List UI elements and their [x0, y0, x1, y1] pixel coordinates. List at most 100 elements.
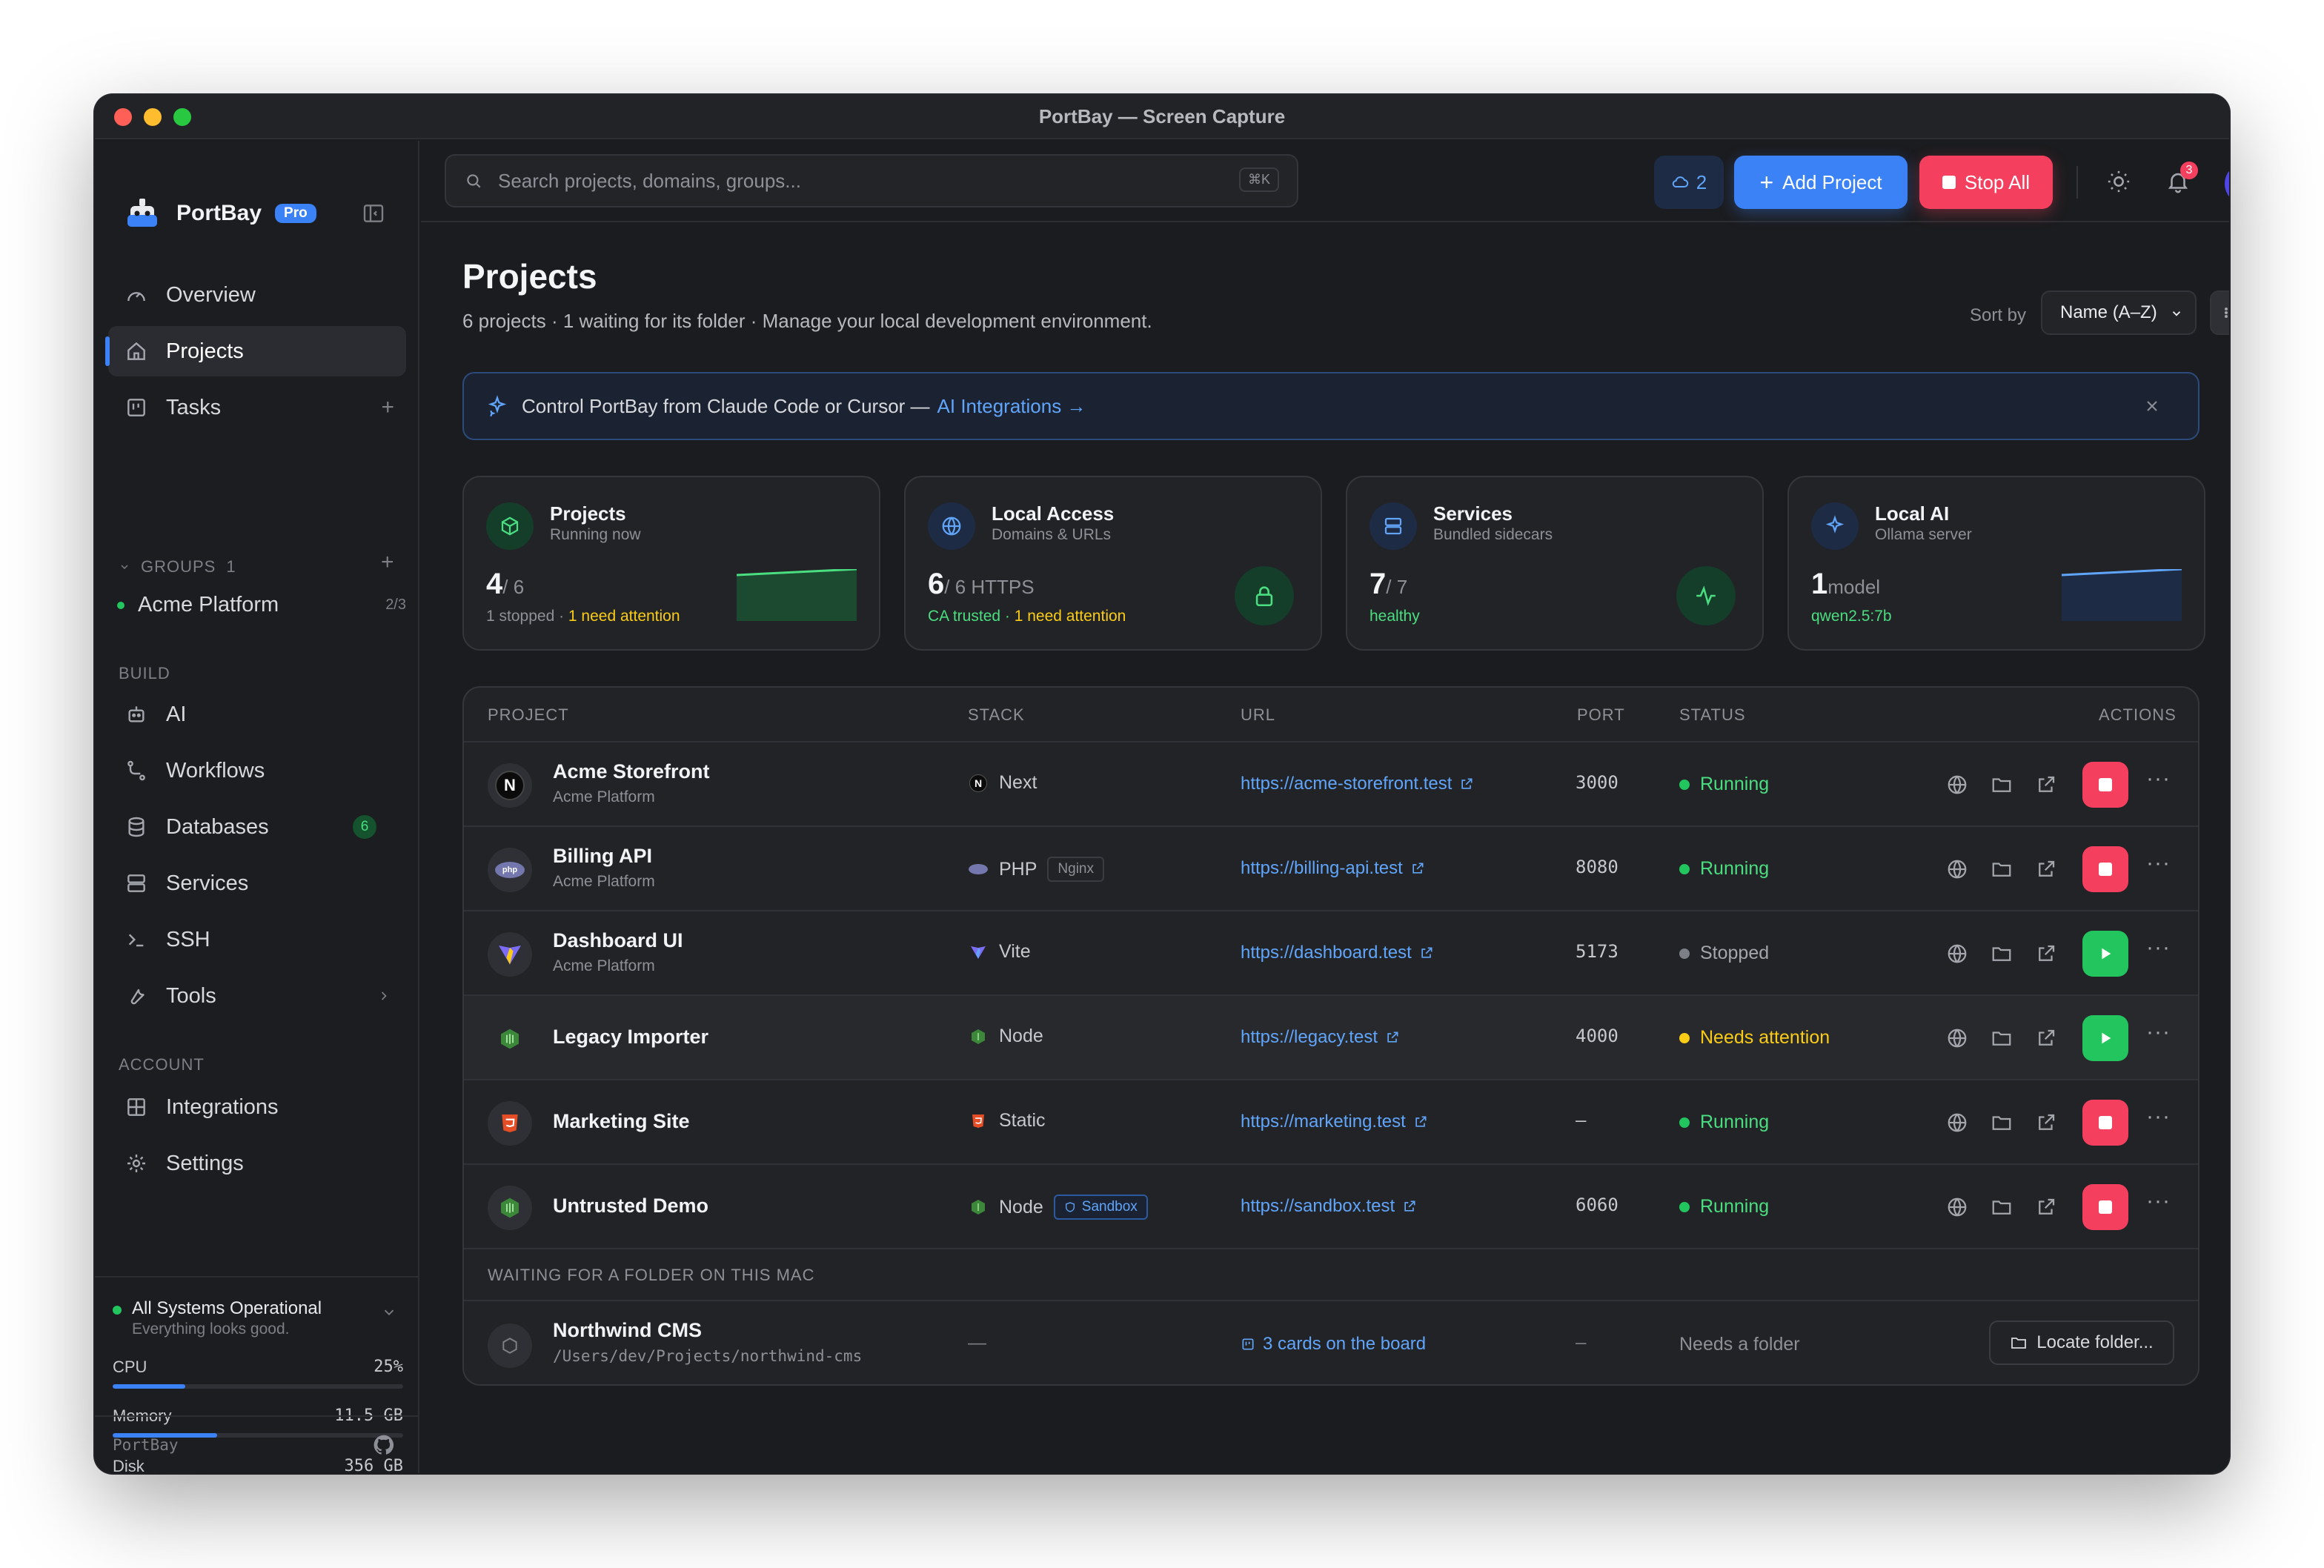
nav-settings[interactable]: Settings [108, 1138, 406, 1189]
globe-icon[interactable] [1946, 774, 1968, 796]
column-project[interactable]: PROJECT [488, 705, 569, 725]
column-stack[interactable]: STACK [968, 705, 1025, 725]
globe-icon[interactable] [1946, 943, 1968, 965]
add-task-button[interactable]: + [381, 395, 394, 420]
collapse-sidebar-icon[interactable] [362, 202, 385, 225]
activity-icon [1676, 566, 1736, 625]
project-url[interactable]: https://marketing.test [1241, 1112, 1428, 1132]
search-icon [467, 174, 481, 188]
column-status[interactable]: STATUS [1679, 705, 1746, 725]
nav-overview[interactable]: Overview [108, 270, 406, 320]
github-icon[interactable] [372, 1433, 396, 1457]
more-actions-button[interactable]: ··· [2146, 766, 2171, 791]
folder-icon[interactable] [1991, 774, 2013, 796]
column-url[interactable]: URL [1241, 705, 1275, 725]
folder-icon[interactable] [1991, 1112, 2013, 1134]
stop-project-button[interactable] [2082, 1184, 2128, 1230]
user-avatar[interactable]: AD [2225, 163, 2229, 205]
sidebar-footer: PortBay [95, 1415, 418, 1473]
project-name[interactable]: Legacy Importer [553, 1026, 708, 1049]
theme-toggle-icon[interactable] [2106, 169, 2131, 194]
close-icon[interactable] [2143, 397, 2161, 415]
project-name[interactable]: Dashboard UI [553, 929, 683, 952]
nav-integrations[interactable]: Integrations [108, 1082, 406, 1132]
waiting-row[interactable]: Northwind CMS /Users/dev/Projects/northw… [464, 1303, 2198, 1384]
project-url[interactable]: https://acme-storefront.test [1241, 774, 1474, 794]
add-group-button[interactable]: + [381, 550, 406, 575]
minimize-window-button[interactable] [144, 108, 162, 126]
globe-icon[interactable] [1946, 1112, 1968, 1134]
folder-icon[interactable] [1991, 943, 2013, 965]
sort-select[interactable]: Name (A–Z) [2041, 290, 2197, 335]
more-actions-button[interactable]: ··· [2146, 851, 2171, 876]
project-url[interactable]: https://legacy.test [1241, 1027, 1400, 1048]
list-view-button[interactable] [2211, 292, 2229, 333]
stop-project-button[interactable] [2082, 846, 2128, 892]
project-name[interactable]: Acme Storefront [553, 760, 710, 783]
start-project-button[interactable] [2082, 931, 2128, 977]
project-name[interactable]: Marketing Site [553, 1110, 690, 1133]
nav-services[interactable]: Services [108, 858, 406, 908]
nav-tasks[interactable]: Tasks + [108, 382, 406, 433]
table-row[interactable]: Dashboard UI Acme Platform Vite https://… [464, 911, 2198, 996]
folder-icon[interactable] [1991, 1027, 2013, 1049]
nav-databases[interactable]: Databases 6 [108, 802, 406, 852]
nav-tools[interactable]: Tools [108, 971, 406, 1021]
table-row[interactable]: Untrusted Demo Node Sandbox https://sandb… [464, 1165, 2198, 1249]
project-url[interactable]: https://sandbox.test [1241, 1196, 1417, 1217]
stop-all-button[interactable]: Stop All [1919, 156, 2053, 209]
nav-workflows[interactable]: Workflows [108, 745, 406, 796]
more-actions-button[interactable]: ··· [2146, 935, 2171, 960]
nav-ai[interactable]: AI [108, 689, 406, 740]
search-input[interactable] [498, 169, 1209, 193]
search-box[interactable]: ⌘K [445, 154, 1298, 207]
services-card[interactable]: Services Bundled sidecars 7/ 7 healthy [1346, 476, 1764, 651]
external-link-icon[interactable] [2035, 774, 2057, 796]
project-url[interactable]: https://billing-api.test [1241, 858, 1425, 879]
stop-project-button[interactable] [2082, 1100, 2128, 1146]
external-link-icon[interactable] [2035, 1112, 2057, 1134]
start-project-button[interactable] [2082, 1015, 2128, 1061]
stop-icon [2099, 1200, 2112, 1214]
stack-label: Node [999, 1026, 1043, 1046]
table-row[interactable]: Marketing Site Static https://marketing.… [464, 1080, 2198, 1165]
project-url[interactable]: https://dashboard.test [1241, 943, 1434, 963]
folder-icon[interactable] [1991, 858, 2013, 880]
shield-icon [1065, 1202, 1075, 1212]
globe-icon[interactable] [1946, 858, 1968, 880]
stop-project-button[interactable] [2082, 762, 2128, 808]
project-name[interactable]: Northwind CMS [553, 1319, 702, 1342]
projects-card[interactable]: Projects Running now 4/ 6 1 stopped · 1 … [462, 476, 880, 651]
external-link-icon[interactable] [2035, 943, 2057, 965]
external-link-icon[interactable] [2035, 1196, 2057, 1218]
more-actions-button[interactable]: ··· [2146, 1104, 2171, 1129]
nav-projects[interactable]: Projects [105, 326, 406, 376]
ai-integrations-link[interactable]: AI Integrations → [937, 395, 1086, 418]
zoom-window-button[interactable] [173, 108, 191, 126]
add-project-button[interactable]: + Add Project [1734, 156, 1908, 209]
nav-ssh[interactable]: SSH [108, 914, 406, 965]
table-row[interactable]: Legacy Importer Node https://legacy.test… [464, 996, 2198, 1080]
groups-header[interactable]: GROUPS 1 [119, 557, 236, 577]
more-actions-button[interactable]: ··· [2146, 1189, 2171, 1214]
cloud-sync-button[interactable]: 2 [1654, 156, 1724, 209]
globe-icon[interactable] [1946, 1196, 1968, 1218]
column-port[interactable]: PORT [1577, 705, 1625, 725]
table-row[interactable]: php Billing API Acme Platform PHP Nginx h… [464, 827, 2198, 911]
group-acme-platform[interactable]: Acme Platform 2/3 [117, 593, 406, 617]
project-name[interactable]: Billing API [553, 845, 652, 868]
globe-icon[interactable] [1946, 1027, 1968, 1049]
local-ai-card[interactable]: Local AI Ollama server 1model qwen2.5:7b [1787, 476, 2205, 651]
locate-folder-button[interactable]: Locate folder... [1989, 1320, 2174, 1365]
more-actions-button[interactable]: ··· [2146, 1020, 2171, 1045]
chevron-down-icon[interactable] [381, 1304, 397, 1320]
table-row[interactable]: N Acme Storefront Acme Platform N Next ht… [464, 743, 2198, 827]
local-access-card[interactable]: Local Access Domains & URLs 6/ 6 HTTPS C… [904, 476, 1322, 651]
system-status-panel[interactable]: All Systems Operational Everything looks… [95, 1276, 418, 1338]
external-link-icon[interactable] [2035, 858, 2057, 880]
project-name[interactable]: Untrusted Demo [553, 1195, 708, 1217]
external-link-icon[interactable] [2035, 1027, 2057, 1049]
folder-icon[interactable] [1991, 1196, 2013, 1218]
close-window-button[interactable] [114, 108, 132, 126]
board-cards-link[interactable]: 3 cards on the board [1241, 1334, 1426, 1355]
